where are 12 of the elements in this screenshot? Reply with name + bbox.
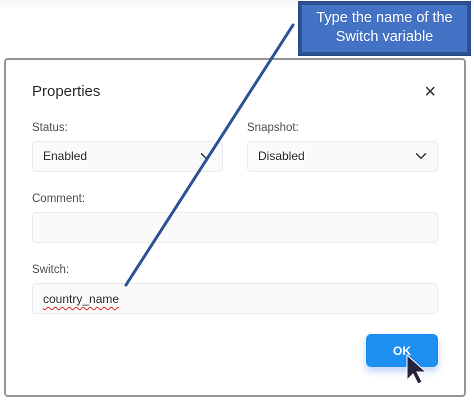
callout-note: Type the name of the Switch variable — [298, 1, 471, 56]
field-label: Status: — [32, 120, 69, 134]
field-label: Switch: — [32, 262, 70, 277]
dropdown-field[interactable]: Disabled — [247, 140, 438, 172]
text-field[interactable]: country_name — [32, 283, 438, 314]
field-label: Snapshot: — [247, 120, 300, 135]
cursor-icon — [406, 354, 428, 385]
dropdown-field[interactable]: Enabled — [32, 140, 223, 172]
dialog-title: Properties — [32, 81, 100, 101]
text-field[interactable] — [32, 212, 438, 243]
close-button[interactable]: × — [422, 81, 438, 102]
field-label: Comment: — [32, 190, 86, 206]
